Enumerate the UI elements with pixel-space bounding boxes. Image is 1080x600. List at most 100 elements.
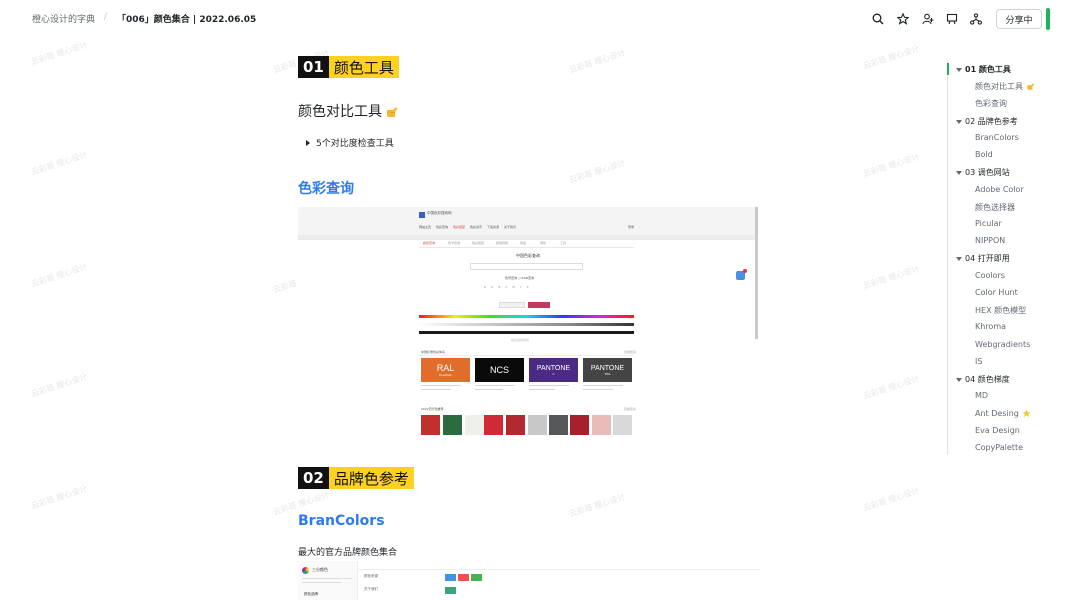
toc-item[interactable]: 颜色选择器 <box>975 202 1015 213</box>
toc-label: Picular <box>975 219 1002 228</box>
toc-item[interactable]: Color Hunt <box>975 288 1018 297</box>
toc-item[interactable]: BranColors <box>975 133 1019 142</box>
site-tab: 色卡查询 <box>448 241 461 245</box>
share-button[interactable]: 分享中 <box>996 9 1042 29</box>
watermark: 云彩哥 橙心设计 <box>862 486 921 513</box>
toc-item[interactable]: CopyPalette <box>975 443 1023 452</box>
site-section-title: 中国色彩查询 <box>516 253 540 258</box>
toc-item[interactable]: IS <box>975 357 982 366</box>
site-tab: 颜色查询 <box>423 241 436 245</box>
brand-site-logo-icon <box>302 567 309 574</box>
toc-item[interactable]: Ant Desing <box>975 409 1031 418</box>
watermark: 云彩哥 橙心设计 <box>862 264 921 291</box>
site-more-link: 查看更多 <box>624 407 637 411</box>
toc-label: IS <box>975 357 983 366</box>
caret-down-icon[interactable] <box>956 67 962 72</box>
toc-item[interactable]: 01 颜色工具 <box>956 64 1011 75</box>
card-title: PANTONE <box>536 364 571 372</box>
toc-label: HEX 颜色模型 <box>975 306 1027 315</box>
caret-down-icon[interactable] <box>956 170 962 175</box>
toc-item[interactable]: 颜色对比工具 <box>975 81 1035 92</box>
toc-item[interactable]: Webgradients <box>975 340 1030 349</box>
expand-triangle-icon[interactable] <box>306 139 310 146</box>
toggle-block[interactable]: 5个对比度检查工具 <box>306 136 394 149</box>
brand-row-label: 关于我们 <box>364 587 378 591</box>
pointing-hand-icon <box>1026 82 1035 91</box>
toggle-label: 5个对比度检查工具 <box>316 139 394 149</box>
brand-site-desc-line <box>302 582 342 583</box>
share-tree-icon[interactable] <box>968 11 984 27</box>
card-title: NCS <box>489 365 509 375</box>
star-icon[interactable] <box>895 11 911 27</box>
brand-color-chip <box>458 574 469 581</box>
toc-label: 颜色选择器 <box>975 203 1015 212</box>
site-nav-item: 关于我们 <box>504 225 517 229</box>
card-meta-line <box>421 385 461 386</box>
toc-item[interactable]: 色彩查询 <box>975 98 1007 109</box>
site-tab: 颜色转换 <box>496 241 509 245</box>
card-meta-line <box>475 385 515 386</box>
toc-label: Bold <box>975 150 993 159</box>
watermark: 云彩哥 橙心设计 <box>30 372 89 399</box>
watermark: 云彩哥 橙心设计 <box>862 44 921 71</box>
caret-down-icon[interactable] <box>956 119 962 124</box>
site-nav-item: 色彩查询 <box>436 225 449 229</box>
embedded-scrollbar <box>755 207 758 339</box>
card-meta-line <box>475 389 503 390</box>
star-emoji-icon <box>1022 409 1031 418</box>
watermark: 云彩哥 橙心设计 <box>30 262 89 289</box>
toc-item[interactable]: HEX 颜色模型 <box>975 305 1026 316</box>
user-add-icon[interactable] <box>920 11 936 27</box>
collab-indicator <box>1046 8 1050 30</box>
site-logo-text: 中国色彩搜索网 <box>427 211 452 215</box>
embedded-screenshot-color-site[interactable]: 中国色彩搜索网 网站主页 色彩查询 色彩搭配 色彩资讯 下载资源 关于我们 登录… <box>298 207 758 437</box>
search-icon[interactable] <box>870 11 886 27</box>
toc-item[interactable]: Khroma <box>975 322 1006 331</box>
site-section-label: 2022流行色推荐 <box>421 407 444 411</box>
toc-label: 颜色对比工具 <box>975 82 1023 91</box>
toc-label: Ant Desing <box>975 409 1019 418</box>
brand-color-chip <box>445 574 456 581</box>
toc-label: Webgradients <box>975 340 1031 349</box>
heading-text: 颜色对比工具 <box>298 104 382 120</box>
section-title: 品牌色参考 <box>328 467 414 489</box>
watermark: 云彩哥 橙心设计 <box>30 40 89 67</box>
caret-down-icon[interactable] <box>956 377 962 382</box>
breadcrumb-doc-title[interactable]: 「006」颜色集合 | 2022.06.05 <box>117 12 256 25</box>
toc-item[interactable]: Coolors <box>975 271 1005 280</box>
section-title: 颜色工具 <box>328 56 399 78</box>
color-swatch <box>549 415 568 435</box>
toc-item[interactable]: Bold <box>975 150 993 159</box>
toc-item[interactable]: Picular <box>975 219 1002 228</box>
color-swatch <box>484 415 503 435</box>
color-swatch <box>570 415 589 435</box>
bookmark-icon[interactable] <box>944 11 960 27</box>
site-nav-item: 色彩资讯 <box>470 225 483 229</box>
caret-down-icon[interactable] <box>956 256 962 261</box>
breadcrumb-workspace[interactable]: 橙心设计的字典 <box>32 12 95 25</box>
brand-site-name: 三分颜色 <box>312 567 328 572</box>
color-system-card-pantone-tpg: PANTONE TPG <box>583 358 632 382</box>
color-system-card-pantone-c: PANTONE C <box>529 358 578 382</box>
toc-label: CopyPalette <box>975 443 1023 452</box>
toc-label: 01 颜色工具 <box>965 65 1011 74</box>
site-button-secondary <box>499 302 525 308</box>
toc-item[interactable]: NIPPON <box>975 236 1005 245</box>
color-swatch <box>421 415 440 435</box>
toc-item[interactable]: MD <box>975 391 988 400</box>
brand-site-topbar <box>358 561 760 570</box>
toc-label: BranColors <box>975 133 1019 142</box>
site-logo-icon <box>419 212 425 218</box>
toc-item[interactable]: 03 调色网站 <box>956 167 1010 178</box>
pointing-hand-icon <box>385 105 398 117</box>
toc-item[interactable]: Adobe Color <box>975 185 1024 194</box>
top-bar: 橙心设计的字典 / 「006」颜色集合 | 2022.06.05 分享中 <box>0 0 1080 38</box>
site-tab: 色板 <box>520 241 527 245</box>
site-tab: 色彩搭配 <box>472 241 485 245</box>
embedded-screenshot-brand-site[interactable]: 三分颜色 颜色品牌 颜色来源 关于我们 <box>298 561 760 600</box>
toc-item[interactable]: 04 打开即用 <box>956 253 1010 264</box>
section-number: 02 <box>298 467 329 489</box>
toc-item[interactable]: 02 品牌色参考 <box>956 116 1018 127</box>
toc-item[interactable]: 04 颜色梯度 <box>956 374 1010 385</box>
toc-item[interactable]: Eva Design <box>975 426 1020 435</box>
